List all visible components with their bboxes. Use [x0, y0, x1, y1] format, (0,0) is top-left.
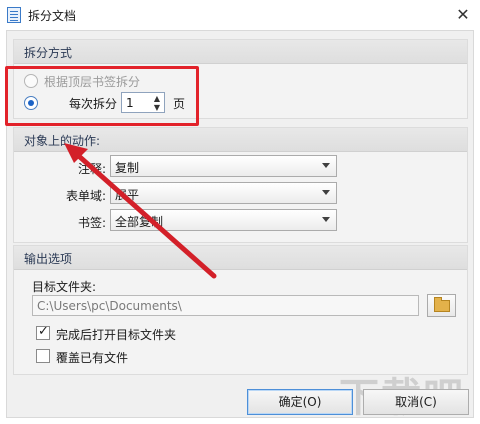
- annotation-arrow: [64, 143, 217, 279]
- arrow-shaft: [69, 147, 217, 279]
